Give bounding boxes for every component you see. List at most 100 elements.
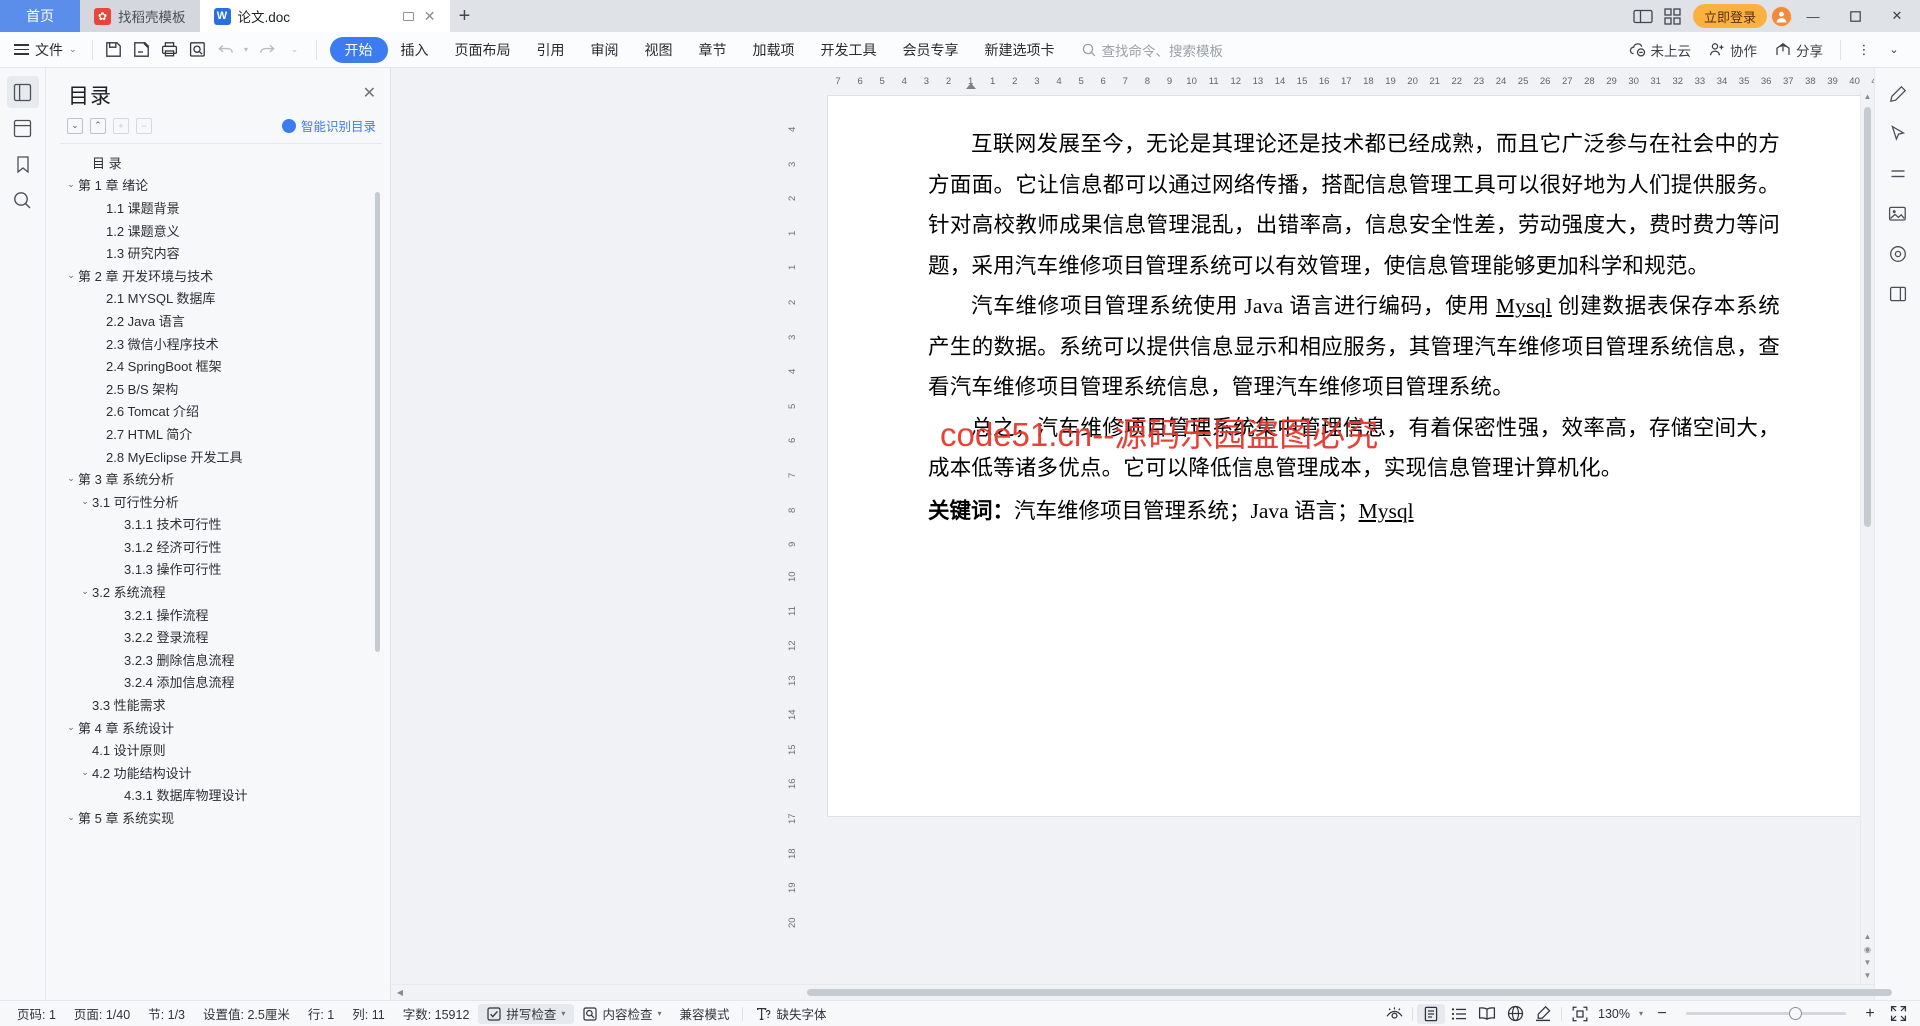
chevron-down-icon[interactable]: ⌄ xyxy=(1881,37,1907,63)
toc-item[interactable]: ⌄ 第 5 章 系统实现 xyxy=(60,806,382,829)
chevron-down-icon[interactable]: ⌄ xyxy=(64,473,78,484)
toc-item[interactable]: ⌄ 3.1 可行性分析 xyxy=(60,490,382,513)
ribbon-tab-start[interactable]: 开始 xyxy=(329,36,388,63)
toc-item[interactable]: 3.3 性能需求 xyxy=(60,693,382,716)
toc-item[interactable]: 2.4 SpringBoot 框架 xyxy=(60,354,382,377)
toc-item[interactable]: 1.2 课题意义 xyxy=(60,219,382,242)
ribbon-tab-review[interactable]: 审阅 xyxy=(578,37,632,63)
share-button[interactable]: 分享 xyxy=(1767,37,1831,63)
document-canvas[interactable]: 4 3 2 1 1 2 3 4 5 6 7 8 9 10 11 12 13 14 15 16 17 18 19 20 互联网发… xyxy=(391,90,1860,984)
zoom-value[interactable]: 130% xyxy=(1594,1004,1634,1024)
picture-icon[interactable] xyxy=(1882,198,1914,230)
toc-scrollbar[interactable] xyxy=(375,192,380,652)
cursor-select-icon[interactable] xyxy=(1882,118,1914,150)
chevron-down-icon[interactable]: ⌄ xyxy=(64,179,78,190)
toc-item[interactable]: 3.1.2 经济可行性 xyxy=(60,535,382,558)
tab-home[interactable]: 首页 xyxy=(0,0,80,32)
ribbon-tab-references[interactable]: 引用 xyxy=(524,37,578,63)
grid-view-icon[interactable] xyxy=(1659,4,1687,28)
toc-item[interactable]: ⌄ 第 4 章 系统设计 xyxy=(60,716,382,739)
chevron-down-icon[interactable]: ⌄ xyxy=(78,767,92,778)
chevron-down-icon[interactable]: ⌄ xyxy=(78,586,92,597)
close-icon[interactable]: ✕ xyxy=(363,80,376,102)
scroll-next-page-icon[interactable]: ▼ xyxy=(1864,958,1872,971)
status-margin-value[interactable]: 设置值: 2.5厘米 xyxy=(194,1004,299,1024)
pen-edit-icon[interactable] xyxy=(1882,78,1914,110)
ribbon-tab-addins[interactable]: 加载项 xyxy=(740,37,808,63)
print-icon[interactable] xyxy=(157,37,183,63)
window-maximize-button[interactable] xyxy=(1834,0,1876,32)
print-preview-icon[interactable] xyxy=(185,37,211,63)
toc-item[interactable]: 目 录 xyxy=(60,151,382,174)
cloud-status-button[interactable]: 未上云 xyxy=(1621,37,1700,63)
horizontal-scroll-thumb[interactable] xyxy=(807,989,1892,996)
customize-quick-access-icon[interactable]: ⌄ xyxy=(282,37,308,63)
new-tab-button[interactable]: + xyxy=(450,0,480,32)
ribbon-tab-section[interactable]: 章节 xyxy=(686,37,740,63)
increase-level-icon[interactable]: + xyxy=(113,117,129,134)
chevron-down-icon[interactable]: ⌄ xyxy=(64,722,78,733)
toc-item[interactable]: ⌄ 4.2 功能结构设计 xyxy=(60,761,382,784)
toc-item[interactable]: ⌄ 3.2 系统流程 xyxy=(60,580,382,603)
save-icon[interactable] xyxy=(101,37,127,63)
print-layout-icon[interactable] xyxy=(1417,1003,1446,1024)
vertical-scrollbar[interactable]: ▲ ▲ ◉ ▼ ▼ xyxy=(1860,90,1874,984)
indent-marker[interactable] xyxy=(965,83,976,89)
collaborate-button[interactable]: 协作 xyxy=(1701,37,1765,63)
toc-item[interactable]: 2.6 Tomcat 介绍 xyxy=(60,400,382,423)
window-minimize-button[interactable]: — xyxy=(1792,0,1834,32)
expand-all-icon[interactable]: ⌄ xyxy=(67,117,83,134)
login-button[interactable]: 立即登录 xyxy=(1692,4,1767,28)
spell-check-button[interactable]: 拼写检查 ▾ xyxy=(478,1003,575,1024)
toc-item[interactable]: 2.7 HTML 简介 xyxy=(60,422,382,445)
fit-page-icon[interactable] xyxy=(1566,1004,1594,1024)
rail-button-bookmark[interactable] xyxy=(7,148,39,180)
ribbon-tab-insert[interactable]: 插入 xyxy=(388,37,442,63)
toc-item[interactable]: 1.3 研究内容 xyxy=(60,241,382,264)
file-menu-button[interactable]: 文件 ⌄ xyxy=(8,36,85,64)
toc-item[interactable]: ⌄ 第 2 章 开发环境与技术 xyxy=(60,264,382,287)
ribbon-tab-view[interactable]: 视图 xyxy=(632,37,686,63)
toc-list[interactable]: 目 录 ⌄ 第 1 章 绪论 1.1 课题背景 1.2 课题意义 1.3 研究内容 ⌄ 第 2… xyxy=(60,143,382,1000)
undo-icon[interactable] xyxy=(213,37,239,63)
toc-item[interactable]: 3.2.3 删除信息流程 xyxy=(60,648,382,671)
avatar[interactable] xyxy=(1771,5,1792,27)
tab-close-icon[interactable]: ✕ xyxy=(424,9,436,23)
highlight-pen-icon[interactable] xyxy=(1529,1004,1557,1024)
more-vertical-icon[interactable]: ⋮ xyxy=(1851,37,1877,63)
compat-mode-label[interactable]: 兼容模式 xyxy=(670,1004,738,1024)
zoom-dropdown-icon[interactable]: ▾ xyxy=(1634,1004,1648,1024)
status-page-count[interactable]: 页面: 1/40 xyxy=(65,1004,139,1024)
ribbon-tab-member[interactable]: 会员专享 xyxy=(890,37,972,63)
status-column-number[interactable]: 列: 11 xyxy=(343,1004,393,1024)
ribbon-search[interactable]: 查找命令、搜索模板 xyxy=(1082,40,1223,60)
toc-item[interactable]: 3.1.3 操作可行性 xyxy=(60,558,382,581)
toc-item[interactable]: 1.1 课题背景 xyxy=(60,196,382,219)
zoom-in-button[interactable]: + xyxy=(1856,1004,1884,1024)
toc-item[interactable]: 4.1 设计原则 xyxy=(60,738,382,761)
eye-icon[interactable] xyxy=(1380,1004,1408,1024)
toc-item[interactable]: 3.2.2 登录流程 xyxy=(60,625,382,648)
toc-item[interactable]: 2.8 MyEclipse 开发工具 xyxy=(60,445,382,468)
horizontal-scroll-track[interactable] xyxy=(407,989,1892,996)
rail-button-outline[interactable] xyxy=(6,76,39,108)
toc-item[interactable]: ⌄ 第 3 章 系统分析 xyxy=(60,467,382,490)
toc-item[interactable]: 4.3.1 数据库物理设计 xyxy=(60,784,382,807)
ribbon-tab-page-layout[interactable]: 页面布局 xyxy=(442,37,524,63)
toc-item[interactable]: 2.2 Java 语言 xyxy=(60,309,382,332)
horizontal-ruler[interactable]: 7 6 5 4 3 2 1 1 2 3 4 5 6 7 8 9 10 11 12 13 14 15 16 17 18 19 20 21… xyxy=(391,68,1874,90)
rail-button-thumbnail[interactable] xyxy=(7,112,39,144)
rail-button-search[interactable] xyxy=(7,184,39,216)
toc-item[interactable]: 3.2.1 操作流程 xyxy=(60,603,382,626)
status-page-number[interactable]: 页码: 1 xyxy=(8,1004,65,1024)
panel-icon[interactable] xyxy=(1882,278,1914,310)
content-check-button[interactable]: 内容检查 ▾ xyxy=(574,1004,670,1024)
toc-item[interactable]: 3.1.1 技术可行性 xyxy=(60,513,382,536)
status-line-number[interactable]: 行: 1 xyxy=(299,1004,343,1024)
status-section-count[interactable]: 节: 1/3 xyxy=(139,1004,194,1024)
shape-icon[interactable] xyxy=(1882,238,1914,270)
paragraph-mark-icon[interactable] xyxy=(1882,158,1914,190)
chevron-down-icon[interactable]: ⌄ xyxy=(64,270,78,281)
zoom-slider[interactable] xyxy=(1686,1007,1846,1020)
document-page[interactable]: 互联网发展至今，无论是其理论还是技术都已经成熟，而且它广泛参与在社会中的方方面面… xyxy=(828,96,1860,816)
